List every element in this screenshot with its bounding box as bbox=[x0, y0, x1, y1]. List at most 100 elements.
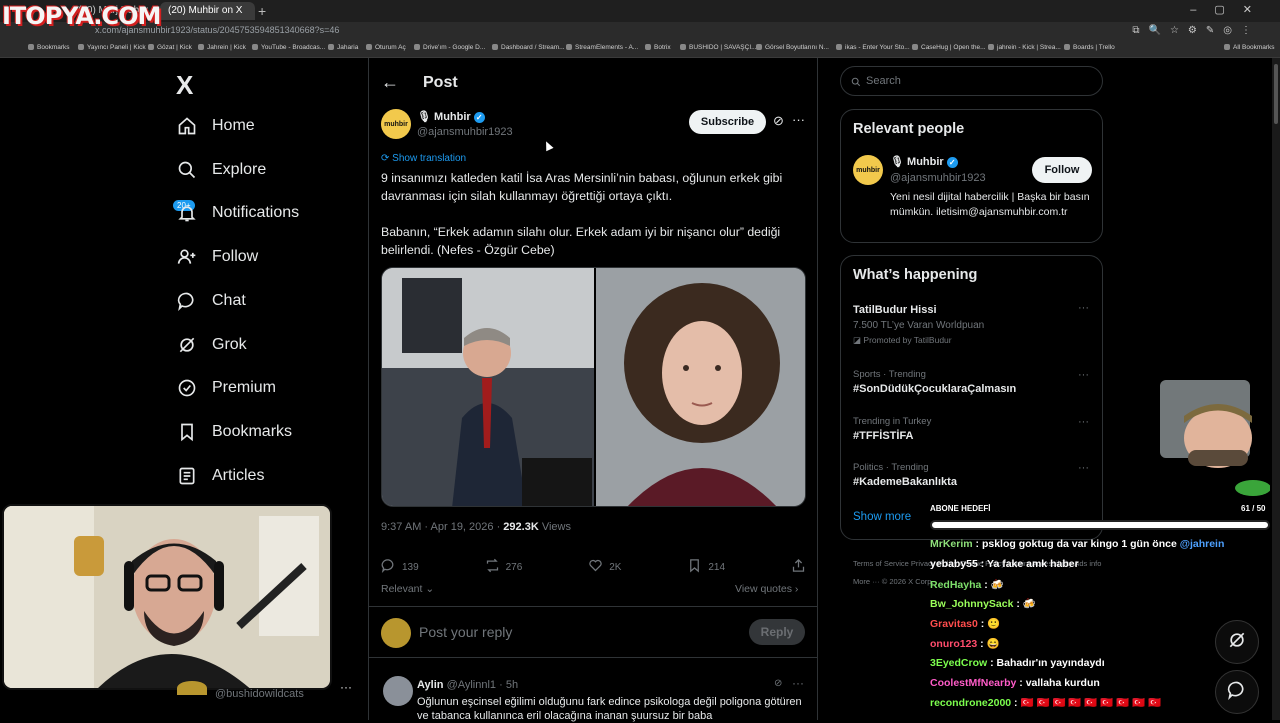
trend-more-icon[interactable]: ··· bbox=[1078, 462, 1089, 474]
bookmark-item[interactable]: Dashboard / Stream... bbox=[492, 44, 565, 51]
like-action[interactable]: 2K bbox=[588, 558, 621, 576]
bookmark-item[interactable]: Gözat | Kick bbox=[148, 44, 192, 51]
page-scrollbar[interactable] bbox=[1272, 58, 1280, 720]
photo-father[interactable] bbox=[382, 268, 594, 506]
bookmark-item[interactable]: Bookmarks bbox=[28, 44, 70, 51]
subscriber-goal-progress bbox=[930, 520, 1270, 530]
browser-tab-active[interactable]: (20) Muhbir on X bbox=[160, 2, 255, 20]
chat-icon bbox=[1227, 680, 1247, 705]
bookmark-item[interactable]: Botrix bbox=[645, 44, 671, 51]
nav-premium[interactable]: Premium bbox=[176, 373, 276, 403]
bookmark-item[interactable]: YouTube - Broadcas... bbox=[252, 44, 325, 51]
new-tab-icon[interactable]: + bbox=[258, 3, 266, 19]
nav-label: Articles bbox=[212, 467, 265, 484]
more-options-icon[interactable]: ··· bbox=[792, 112, 805, 127]
bookmark-item[interactable]: Oturum Aç bbox=[366, 44, 406, 51]
bookmark-item[interactable]: ikas - Enter Your Sto... bbox=[836, 44, 910, 51]
person-avatar[interactable]: muhbir bbox=[853, 155, 883, 185]
trend-subtitle: 7.500 TL’ye Varan Worldpuan bbox=[853, 320, 985, 331]
nav-explore[interactable]: Explore bbox=[176, 155, 266, 185]
bookmark-item[interactable]: CaseHug | Open the... bbox=[912, 44, 986, 51]
account-avatar[interactable] bbox=[177, 681, 207, 695]
bookmark-icon bbox=[687, 558, 702, 576]
nav-follow[interactable]: Follow bbox=[176, 242, 258, 272]
repost-action[interactable]: 276 bbox=[485, 558, 522, 576]
comment-more-icon[interactable]: ··· bbox=[792, 676, 804, 690]
person-name-row[interactable]: 🎙 Muhbir ✓ bbox=[890, 155, 958, 168]
photo-son[interactable] bbox=[596, 268, 805, 506]
messages-fab-button[interactable] bbox=[1215, 670, 1259, 714]
nav-home[interactable]: Home bbox=[176, 111, 255, 141]
show-more-link[interactable]: Show more bbox=[853, 511, 911, 523]
tweet-timestamp[interactable]: 9:37 AM · Apr 19, 2026 · bbox=[381, 521, 503, 533]
nav-bookmarks[interactable]: Bookmarks bbox=[176, 417, 292, 447]
author-handle[interactable]: @ajansmuhbir1923 bbox=[417, 126, 513, 138]
author-avatar[interactable]: muhbir bbox=[381, 109, 411, 139]
x-logo[interactable]: X bbox=[176, 70, 193, 101]
grok-explain-icon[interactable]: ⊘ bbox=[773, 113, 784, 129]
toolbar-icons[interactable]: ⧉🔍☆⚙✎◎⋮ bbox=[1132, 25, 1260, 36]
trend-more-icon[interactable]: ··· bbox=[1078, 302, 1089, 314]
trend-item[interactable]: Politics · Trending #KademeBakanlıkta bbox=[853, 462, 957, 488]
reply-sort-dropdown[interactable]: Relevant ⌄ bbox=[381, 583, 434, 595]
reply-action[interactable]: 139 bbox=[381, 558, 419, 576]
page-title: Post bbox=[423, 73, 458, 91]
chat-message: MrKerim : psklog goktug da var kingo 1 g… bbox=[930, 538, 1270, 558]
scroll-thumb[interactable] bbox=[1274, 64, 1278, 124]
bookmark-item[interactable]: BUSHIDO | SAVAŞÇI... bbox=[680, 44, 757, 51]
bookmark-item[interactable]: Görsel Boyutlarını N... bbox=[756, 44, 829, 51]
nav-chat[interactable]: Chat bbox=[176, 286, 246, 316]
account-handle[interactable]: @bushidowildcats bbox=[215, 688, 304, 700]
comment[interactable]: Aylin @Aylinnl1 · 5h Oğlunun eşcinsel eğ… bbox=[417, 678, 807, 723]
trend-category: Trending in Turkey bbox=[853, 416, 932, 427]
subscribe-button[interactable]: Subscribe bbox=[689, 110, 766, 134]
tweet-media[interactable] bbox=[381, 267, 806, 507]
trend-item[interactable]: Trending in Turkey #TFFİSTİFA bbox=[853, 416, 931, 442]
chat-text: : 🍻 bbox=[981, 578, 1004, 591]
chat-username: yebaby55 bbox=[930, 557, 978, 570]
window-controls[interactable]: –▢✕ bbox=[1190, 3, 1270, 16]
whats-happening-title: What’s happening bbox=[853, 267, 978, 283]
back-arrow-icon[interactable]: ← bbox=[381, 72, 399, 93]
streamer-webcam bbox=[2, 504, 332, 690]
show-translation-link[interactable]: ⟳ Show translation bbox=[381, 153, 466, 164]
account-more-icon[interactable]: ··· bbox=[340, 680, 352, 694]
subscriber-goal-count: 61 / 50 bbox=[1241, 504, 1266, 513]
relevant-people-card: Relevant people muhbir 🎙 Muhbir ✓ @ajans… bbox=[840, 109, 1103, 243]
bookmark-item[interactable]: Yayıncı Paneli | Kick bbox=[78, 44, 146, 51]
chat-message: Bw_JohnnySack : 🍻 bbox=[930, 597, 1270, 617]
comment-grok-icon[interactable]: ⊘ bbox=[774, 678, 782, 689]
chat-username: 3EyedCrow bbox=[930, 656, 988, 669]
bookmark-item[interactable]: StreamElements - A... bbox=[566, 44, 638, 51]
trend-name: #TFFİSTİFA bbox=[853, 430, 914, 442]
nav-label: Bookmarks bbox=[212, 423, 293, 440]
nav-grok[interactable]: Grok bbox=[176, 330, 247, 360]
chevron-down-icon: ⌄ bbox=[422, 583, 435, 595]
bookmark-item[interactable]: jahrein - Kick | Strea... bbox=[988, 44, 1061, 51]
nav-articles[interactable]: Articles bbox=[176, 461, 264, 491]
commenter-avatar[interactable] bbox=[383, 676, 413, 706]
trend-item-promoted[interactable]: TatilBudur Hissi 7.500 TL’ye Varan World… bbox=[853, 304, 984, 346]
bookmark-item[interactable]: Boards | Trello bbox=[1064, 44, 1115, 51]
bookmark-item[interactable]: Jahrein | Kick bbox=[198, 44, 246, 51]
bookmark-item[interactable]: Jaharia bbox=[328, 44, 358, 51]
chat-username: Gravitas0 bbox=[930, 618, 978, 631]
bookmark-action[interactable]: 214 bbox=[687, 558, 725, 576]
reply-input[interactable]: Post your reply bbox=[419, 624, 512, 640]
chat-message: yebaby55 : Ya fake amk haber bbox=[930, 558, 1270, 578]
trend-item[interactable]: Sports · Trending #SonDüdükÇocuklaraÇalm… bbox=[853, 369, 1016, 395]
trend-more-icon[interactable]: ··· bbox=[1078, 416, 1089, 428]
relevant-people-title: Relevant people bbox=[853, 121, 965, 137]
nav-notifications[interactable]: Notifications bbox=[176, 198, 299, 228]
author-name-row[interactable]: 🎙 Muhbir ✓ bbox=[417, 110, 485, 123]
view-quotes-link[interactable]: View quotes › bbox=[735, 583, 798, 595]
search-box[interactable]: Search bbox=[840, 66, 1103, 96]
share-action[interactable] bbox=[791, 558, 806, 576]
follow-button[interactable]: Follow bbox=[1032, 157, 1092, 183]
bookmark-item[interactable]: Drive'ım - Google D... bbox=[414, 44, 485, 51]
reply-button[interactable]: Reply bbox=[749, 619, 805, 645]
bookmark-item[interactable]: All Bookmarks bbox=[1224, 44, 1275, 51]
search-input[interactable]: Search bbox=[866, 75, 901, 87]
grok-fab-button[interactable] bbox=[1215, 620, 1259, 664]
trend-more-icon[interactable]: ··· bbox=[1078, 369, 1089, 381]
